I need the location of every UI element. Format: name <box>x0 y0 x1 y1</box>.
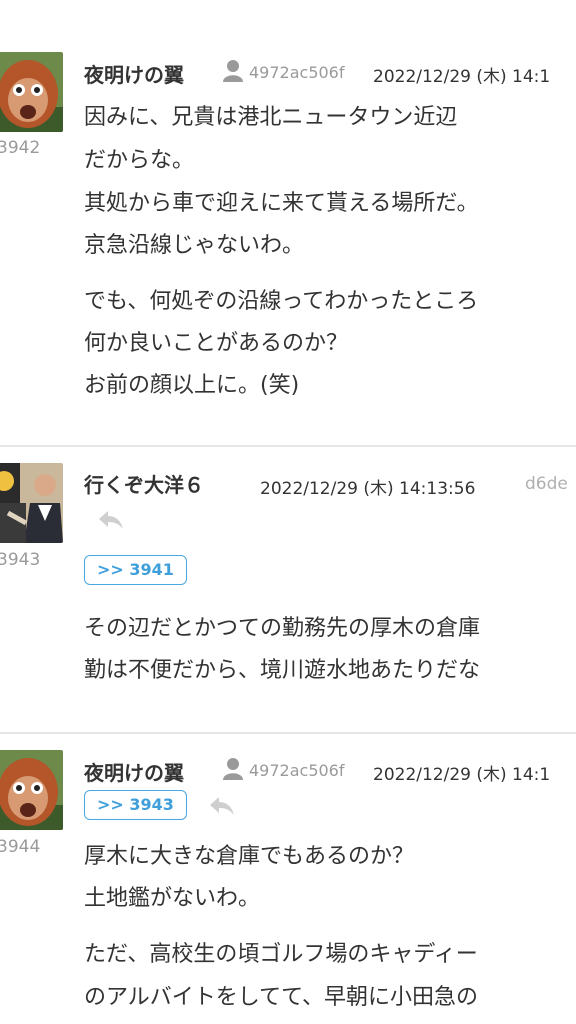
message-line: ただ、高校生の頃ゴルフ場のキャディー <box>84 942 478 967</box>
message-line: その辺だとかつての勤務先の厚木の倉庫 <box>84 616 481 641</box>
suit-man-avatar[interactable] <box>0 463 63 543</box>
user-icon <box>222 59 244 83</box>
message-line: お前の顔以上に。(笑) <box>84 373 300 398</box>
message-line: 勤は不便だから、境川遊水地あたりだな <box>84 658 481 683</box>
post-number: 3944 <box>0 837 41 857</box>
reply-anchor-link[interactable]: >> 3943 <box>84 790 187 820</box>
post-divider <box>0 732 576 734</box>
user-id[interactable]: 4972ac506f <box>249 761 345 780</box>
message-line: 京急沿線じゃないわ。 <box>84 233 305 258</box>
post-number: 3942 <box>0 138 41 158</box>
post-number: 3943 <box>0 550 41 570</box>
reply-icon[interactable] <box>208 795 236 817</box>
message-line: でも、何処ぞの沿線ってわかったところ <box>84 289 479 314</box>
reply-anchor-link[interactable]: >> 3941 <box>84 555 187 585</box>
message-line: 厚木に大きな倉庫でもあるのか？ <box>84 844 415 869</box>
orangutan-avatar[interactable] <box>0 750 63 830</box>
poster-name[interactable]: 行くぞ大洋６ <box>84 469 204 498</box>
user-id-partial[interactable]: d6de <box>525 474 568 494</box>
poster-name[interactable]: 夜明けの翼 <box>84 757 184 786</box>
post-date: 2022/12/29 (木) 14:13:56 <box>260 479 476 499</box>
message-line: 何か良いことがあるのか？ <box>84 331 349 356</box>
message-line: のアルバイトをしてて、早朝に小田急の <box>84 985 479 1010</box>
orangutan-avatar[interactable] <box>0 52 63 132</box>
message-line: 土地鑑がないわ。 <box>84 886 261 911</box>
user-icon <box>222 757 244 781</box>
message-line: 因みに、兄貴は港北ニュータウン近辺 <box>84 105 458 130</box>
post-date: 2022/12/29 (木) 14:1 <box>373 67 551 87</box>
poster-name[interactable]: 夜明けの翼 <box>84 59 184 88</box>
post-date: 2022/12/29 (木) 14:1 <box>373 765 551 785</box>
message-line: だからな。 <box>84 148 195 173</box>
message-line: 其処から車で迎えに来て貰える場所だ。 <box>84 191 479 216</box>
user-id[interactable]: 4972ac506f <box>249 63 345 82</box>
reply-icon[interactable] <box>97 509 125 531</box>
post-divider <box>0 445 576 447</box>
